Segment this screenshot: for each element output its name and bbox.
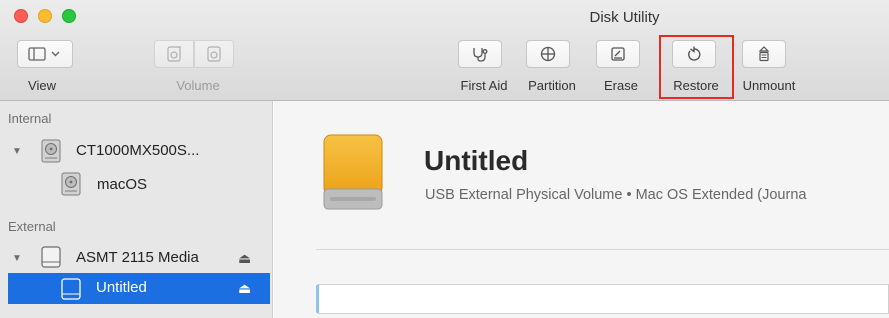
volume-name-heading: Untitled xyxy=(424,145,529,176)
partition-label: Partition xyxy=(528,78,576,93)
macos-volume-icon xyxy=(61,172,81,196)
sidebar-view-icon xyxy=(28,47,60,61)
unmount-button[interactable] xyxy=(742,40,786,68)
external-volume-large-icon xyxy=(323,134,383,210)
eject-untitled-icon[interactable]: ⏏ xyxy=(238,280,251,297)
view-label: View xyxy=(28,78,56,93)
untitled-volume-icon xyxy=(61,278,81,300)
erase-drive-icon xyxy=(611,47,625,61)
eject-external-disk-icon[interactable]: ⏏ xyxy=(238,250,251,267)
erase-button[interactable] xyxy=(596,40,640,68)
first-aid-label: First Aid xyxy=(460,78,508,93)
volume-detail-pane: Untitled USB External Physical Volume • … xyxy=(274,101,889,318)
detail-divider xyxy=(316,249,889,250)
add-volume-button[interactable] xyxy=(154,40,194,68)
volume-label: Volume xyxy=(176,78,220,93)
external-disk-disclosure-triangle[interactable]: ▼ xyxy=(12,253,22,264)
internal-section-header: Internal xyxy=(8,111,52,126)
restore-highlight-annotation xyxy=(659,35,734,99)
partition-pie-icon xyxy=(540,46,556,62)
partition-button[interactable] xyxy=(526,40,570,68)
stethoscope-icon xyxy=(473,48,488,62)
unmount-label: Unmount xyxy=(742,78,796,93)
sidebar-item-internal-disk[interactable]: CT1000MX500S... xyxy=(76,142,199,159)
sidebar: Internal ▼ CT1000MX500S... macOS Externa… xyxy=(0,101,273,318)
sidebar-item-macos[interactable]: macOS xyxy=(97,176,147,193)
unmount-drive-icon xyxy=(758,46,770,62)
sidebar-item-untitled-label: Untitled xyxy=(96,279,147,296)
toolbar: Disk Utility View Volume First Aid Parti… xyxy=(0,0,889,101)
external-disk-icon xyxy=(41,246,61,268)
remove-volume-icon xyxy=(207,46,221,62)
add-volume-icon xyxy=(167,46,181,62)
window-title: Disk Utility xyxy=(589,9,660,26)
volume-description: USB External Physical Volume • Mac OS Ex… xyxy=(425,187,807,203)
erase-label: Erase xyxy=(604,78,638,93)
capacity-usage-bar xyxy=(316,284,889,314)
internal-disk-disclosure-triangle[interactable]: ▼ xyxy=(12,146,22,157)
sidebar-item-untitled[interactable]: Untitled ⏏ xyxy=(8,273,270,304)
external-section-header: External xyxy=(8,219,56,234)
internal-disk-icon xyxy=(41,139,61,163)
sidebar-item-external-disk[interactable]: ASMT 2115 Media xyxy=(76,249,199,266)
view-button[interactable] xyxy=(17,40,73,68)
first-aid-button[interactable] xyxy=(458,40,502,68)
remove-volume-button[interactable] xyxy=(194,40,234,68)
